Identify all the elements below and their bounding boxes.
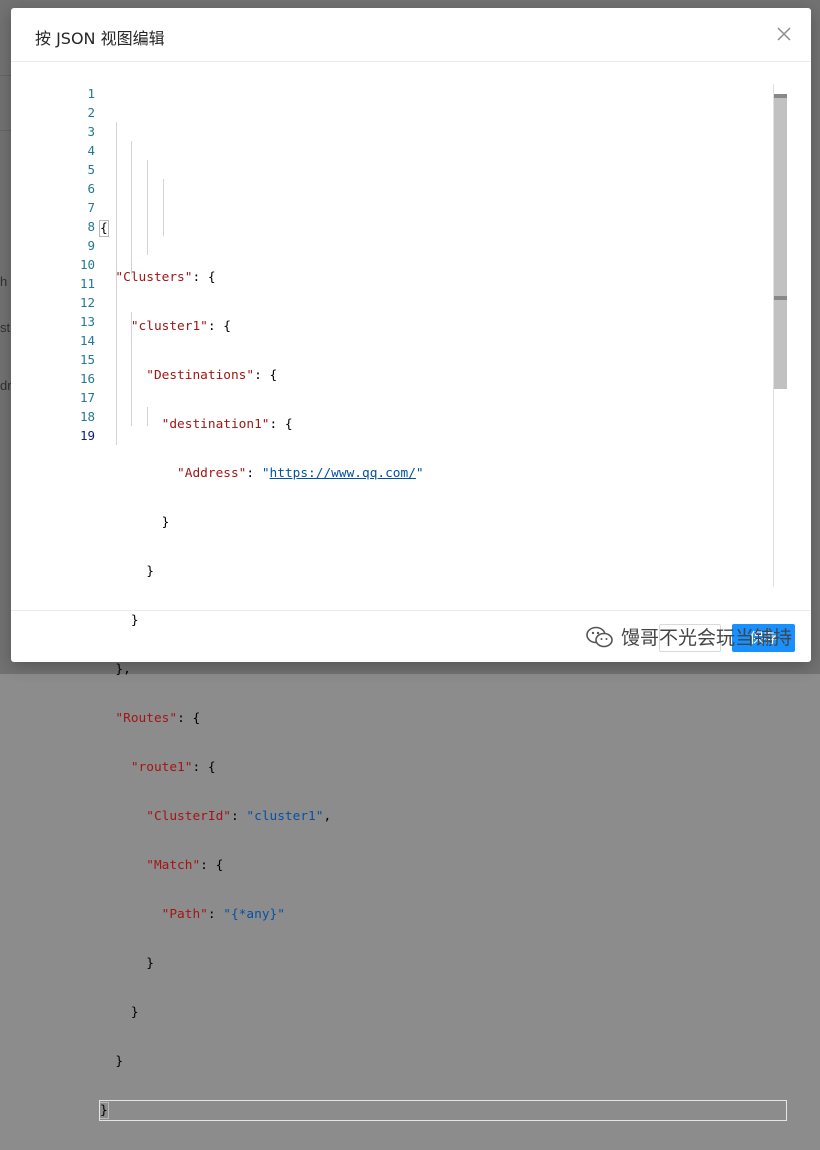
address-link[interactable]: https://www.qq.com/ <box>270 466 416 481</box>
line-number: 10 <box>79 257 95 272</box>
json-key: "ClusterId" <box>146 809 231 824</box>
indent-guide <box>147 160 148 255</box>
indent-guide <box>131 141 132 274</box>
json-key: "Clusters" <box>115 270 193 285</box>
code-line: "Clusters": { <box>115 270 216 285</box>
line-number: 8 <box>87 219 95 234</box>
line-number: 4 <box>87 143 95 158</box>
code-line: "destination1": { <box>161 417 293 432</box>
close-icon <box>777 27 791 41</box>
line-number: 2 <box>87 105 95 120</box>
close-button[interactable] <box>773 23 795 45</box>
json-key: "Match" <box>146 858 201 873</box>
code-line: } <box>100 956 154 971</box>
watermark-text: 馒哥不光会玩当铺持 <box>621 627 793 649</box>
code-line: "Destinations": { <box>146 368 278 383</box>
code-line: "Match": { <box>146 858 224 873</box>
line-number: 7 <box>87 200 95 215</box>
scrollbar-marker <box>774 94 787 98</box>
line-number: 1 <box>87 86 95 101</box>
code-line: "Path": "{*any}" <box>161 907 285 922</box>
watermark: 馒哥不光会玩当铺持 <box>585 623 792 650</box>
line-number: 13 <box>79 314 95 329</box>
json-key: "Destinations" <box>146 368 255 383</box>
line-number: 5 <box>87 162 95 177</box>
line-number: 3 <box>87 124 95 139</box>
json-key: "Address" <box>177 466 247 481</box>
code-line: "Routes": { <box>115 711 201 726</box>
line-number: 11 <box>79 276 95 291</box>
line-number-active: 19 <box>79 428 95 443</box>
line-number: 14 <box>79 333 95 348</box>
scrollbar-thumb[interactable] <box>774 94 787 389</box>
code-line: "ClusterId": "cluster1", <box>146 809 332 824</box>
json-key: "destination1" <box>161 417 270 432</box>
line-number: 12 <box>79 295 95 310</box>
line-number: 17 <box>79 390 95 405</box>
line-number: 18 <box>79 409 95 424</box>
code-line: } <box>100 515 170 530</box>
json-key: "Path" <box>161 907 208 922</box>
code-line: } <box>100 1054 124 1069</box>
line-number: 16 <box>79 371 95 386</box>
wechat-icon <box>586 626 613 647</box>
line-number: 15 <box>79 352 95 367</box>
code-line: } <box>100 1005 139 1020</box>
code-line: } <box>100 564 154 579</box>
dialog-header: 按 JSON 视图编辑 <box>11 8 811 62</box>
scrollbar-marker <box>774 296 787 300</box>
json-value: "cluster1" <box>246 809 324 824</box>
code-line: "Address": "https://www.qq.com/" <box>177 466 424 481</box>
code-line: { <box>99 220 109 237</box>
json-key: "Routes" <box>115 711 178 726</box>
json-value: "{*any}" <box>223 907 285 922</box>
json-key: "route1" <box>130 760 193 775</box>
json-key: "cluster1" <box>130 319 208 334</box>
line-number-gutter: 1 2 3 4 5 6 7 8 9 10 11 12 13 14 15 16 1… <box>51 84 95 445</box>
json-edit-dialog: 按 JSON 视图编辑 1 2 3 4 5 6 7 8 9 10 11 12 1… <box>11 8 811 1121</box>
dialog-title: 按 JSON 视图编辑 <box>35 29 165 48</box>
code-line: "cluster1": { <box>130 319 231 334</box>
json-code-editor[interactable]: 1 2 3 4 5 6 7 8 9 10 11 12 13 14 15 16 1… <box>51 84 787 1121</box>
code-line-current: } <box>99 1100 787 1121</box>
line-number: 9 <box>87 238 95 253</box>
line-number: 6 <box>87 181 95 196</box>
code-line: "route1": { <box>130 760 216 775</box>
